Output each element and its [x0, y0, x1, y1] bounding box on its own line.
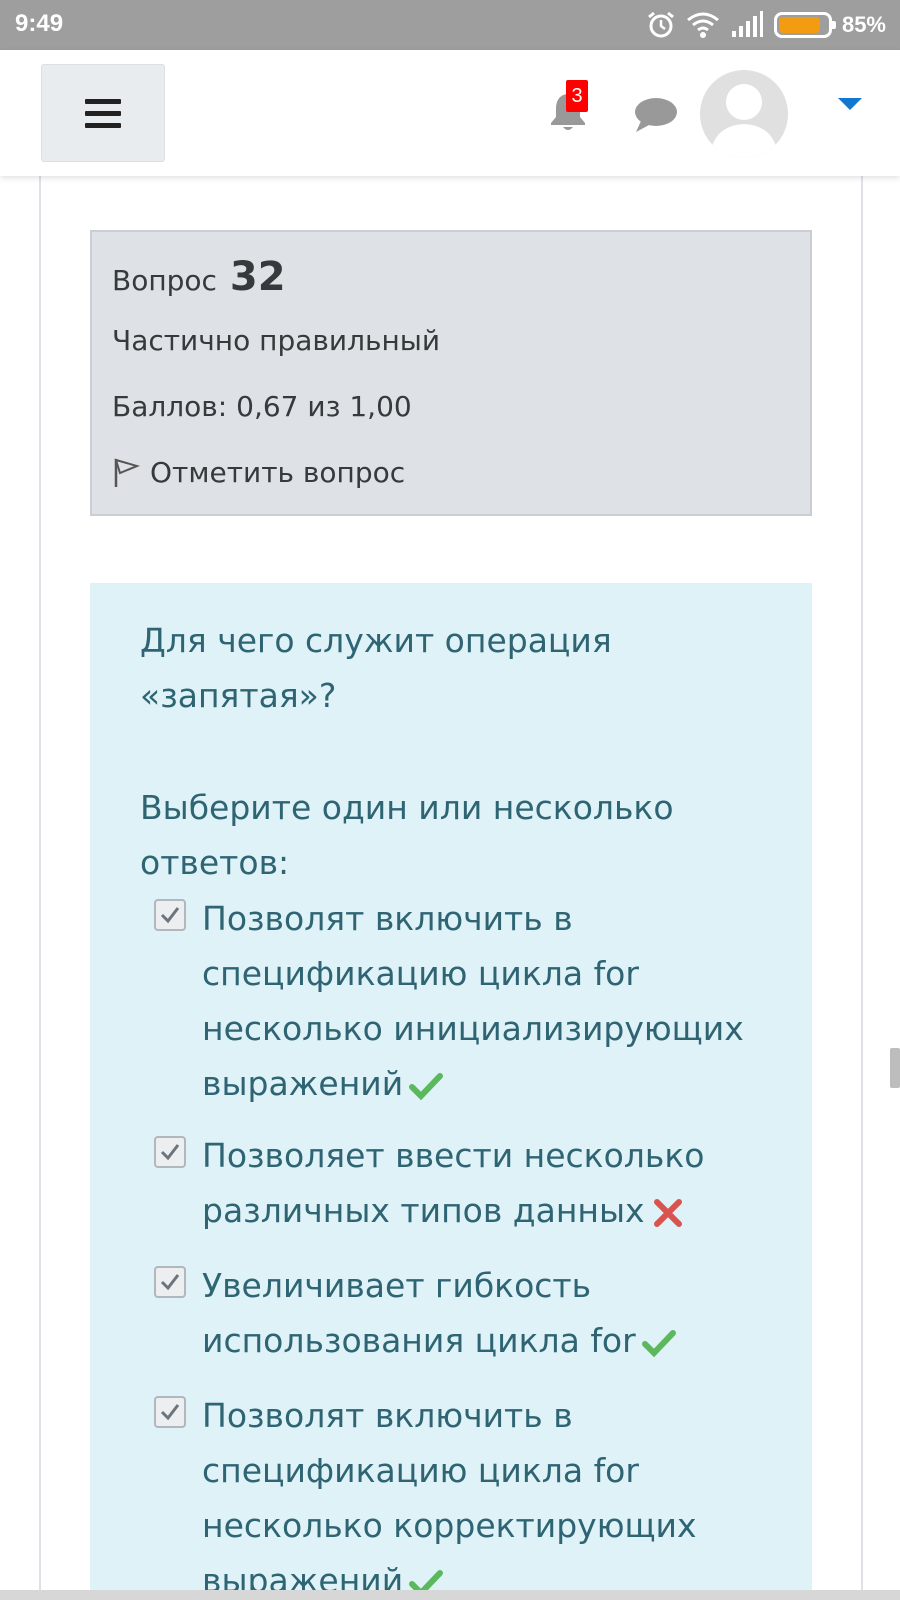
answer-label: Позволят включить в спецификацию цикла f… [202, 891, 792, 1111]
flag-icon [114, 458, 140, 487]
question-number-line: Вопрос 32 [112, 254, 286, 300]
avatar[interactable] [700, 70, 788, 158]
hamburger-icon-bar [85, 122, 121, 128]
scrollbar-thumb[interactable] [890, 1048, 900, 1088]
answer-text: Позволяет ввести несколько различных тип… [202, 1136, 705, 1230]
correct-check-icon [409, 1072, 444, 1100]
answer-checkbox[interactable] [154, 1266, 186, 1298]
answer-text: Позволят включить в спецификацию цикла f… [202, 899, 744, 1103]
hamburger-icon [85, 98, 121, 104]
user-silhouette-icon [710, 84, 778, 158]
notification-count-badge: 3 [566, 80, 588, 112]
answer-label: Увеличивает гибкость использования цикла… [202, 1258, 792, 1368]
wifi-icon [687, 12, 719, 38]
question-number: 32 [229, 254, 286, 300]
answer-label: Позволяет ввести несколько различных тип… [202, 1128, 792, 1238]
chat-icon[interactable] [633, 95, 679, 135]
checkmark-icon [160, 907, 180, 924]
alarm-icon [648, 11, 674, 38]
caret-down-icon[interactable] [838, 98, 862, 110]
battery-icon [773, 12, 836, 38]
question-info-box: Вопрос 32 Частично правильный Баллов: 0,… [90, 230, 812, 516]
question-label: Вопрос [112, 264, 217, 297]
flag-question-link[interactable]: Отметить вопрос [112, 456, 405, 489]
answer-text: Увеличивает гибкость использования цикла… [202, 1266, 636, 1360]
status-bar: 9:49 85% [0, 0, 900, 50]
hamburger-icon-bar [85, 110, 121, 116]
question-state: Частично правильный [112, 324, 441, 357]
answer-checkbox[interactable] [154, 899, 186, 931]
answer-text: Позволят включить в спецификацию цикла f… [202, 1396, 697, 1600]
answer-checkbox[interactable] [154, 1136, 186, 1168]
answer-checkbox[interactable] [154, 1396, 186, 1428]
checkmark-icon [160, 1144, 180, 1161]
answer-prompt: Выберите один или несколько ответов: [140, 788, 674, 882]
status-icons: 85% [646, 9, 886, 41]
checkmark-icon [160, 1274, 180, 1291]
status-time: 9:49 [15, 10, 64, 37]
battery-level-fill [778, 17, 820, 33]
bottom-edge-shadow [0, 1590, 900, 1600]
hamburger-menu-button[interactable] [41, 64, 165, 162]
correct-check-icon [641, 1329, 676, 1357]
checkmark-icon [160, 1404, 180, 1421]
battery-percent: 85% [841, 12, 886, 37]
incorrect-cross-icon [653, 1198, 682, 1227]
screen: 9:49 85% 3 Вопрос 32 Частично правильный… [0, 0, 900, 1600]
question-text: Для чего служит операция «запятая»? [140, 621, 612, 715]
flag-question-label: Отметить вопрос [150, 456, 406, 489]
question-formulation: Для чего служит операция «запятая»? Выбе… [90, 583, 812, 1600]
question-grade: Баллов: 0,67 из 1,00 [112, 390, 412, 423]
top-navbar: 3 [0, 50, 900, 176]
answer-label: Позволят включить в спецификацию цикла f… [202, 1388, 792, 1600]
signal-icon [731, 11, 763, 37]
